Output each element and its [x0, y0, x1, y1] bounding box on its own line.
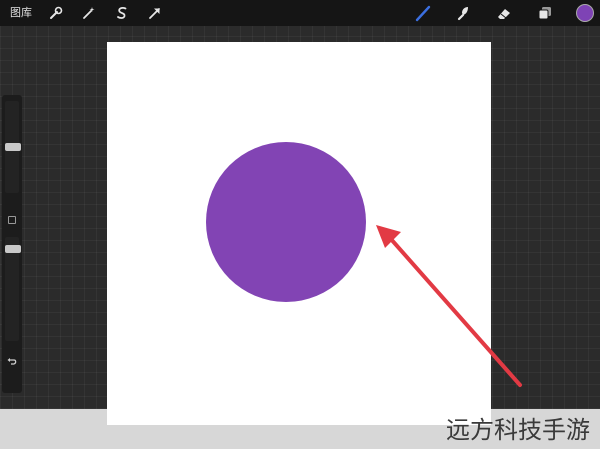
- red-arrow: [388, 236, 522, 387]
- watermark-text: 远方科技手游: [446, 416, 590, 444]
- purple-circle: [206, 142, 366, 302]
- canvas-artwork: [206, 142, 522, 387]
